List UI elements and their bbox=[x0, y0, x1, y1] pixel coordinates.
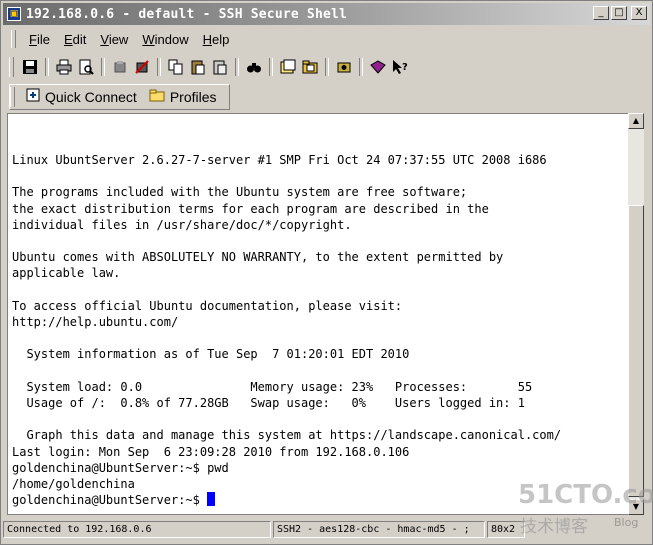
menu-help-mnemonic: H bbox=[202, 31, 212, 47]
new-terminal-icon[interactable] bbox=[278, 57, 298, 77]
terminal-line: Usage of /: 0.8% of 77.28GB Swap usage: … bbox=[12, 396, 525, 411]
window-controls: _ □ X bbox=[593, 6, 647, 20]
status-bar: Connected to 192.168.0.6 SSH2 - aes128-c… bbox=[3, 519, 650, 539]
reconnect-icon[interactable] bbox=[132, 57, 152, 77]
close-button[interactable]: X bbox=[631, 6, 647, 20]
file-transfer-icon[interactable] bbox=[300, 57, 320, 77]
scrollbar-thumb[interactable] bbox=[628, 205, 644, 497]
svg-text:?: ? bbox=[402, 62, 408, 73]
disconnect-icon[interactable] bbox=[110, 57, 130, 77]
terminal-line: System information as of Tue Sep 7 01:20… bbox=[12, 347, 410, 362]
toolbar-separator bbox=[45, 58, 49, 76]
toolbar: ? bbox=[9, 54, 646, 80]
toolbar-separator bbox=[359, 58, 363, 76]
toolbar-separator bbox=[269, 58, 273, 76]
scroll-up-arrow-icon[interactable]: ▲ bbox=[628, 113, 644, 129]
quick-connect-label: Quick Connect bbox=[45, 89, 137, 105]
toolbar-separator bbox=[325, 58, 329, 76]
menu-grip[interactable] bbox=[11, 30, 16, 48]
terminal-line: To access official Ubuntu documentation,… bbox=[12, 298, 403, 313]
paste-special-icon[interactable] bbox=[210, 57, 230, 77]
terminal-line: http://help.ubuntu.com/ bbox=[12, 315, 179, 330]
menu-file[interactable]: File bbox=[22, 32, 57, 47]
window-title: 192.168.0.6 - default - SSH Secure Shell bbox=[26, 6, 348, 22]
menu-edit-label: dit bbox=[72, 31, 87, 47]
quick-connect-button[interactable]: Quick Connect bbox=[20, 88, 143, 106]
terminal-screen[interactable]: Linux UbuntServer 2.6.27-7-server #1 SMP… bbox=[7, 113, 629, 515]
terminal-line: Ubuntu comes with ABSOLUTELY NO WARRANTY… bbox=[12, 250, 504, 265]
print-preview-icon[interactable] bbox=[76, 57, 96, 77]
terminal-line: Linux UbuntServer 2.6.27-7-server #1 SMP… bbox=[12, 153, 547, 167]
menu-window-mnemonic: W bbox=[142, 31, 155, 47]
menu-file-mnemonic: F bbox=[29, 31, 37, 47]
settings-icon[interactable] bbox=[334, 57, 354, 77]
toolbar-separator bbox=[101, 58, 105, 76]
help-topics-icon[interactable] bbox=[368, 57, 388, 77]
toolbar-grip[interactable] bbox=[9, 57, 14, 77]
terminal-line: Graph this data and manage this system a… bbox=[12, 428, 562, 443]
menu-view[interactable]: View bbox=[93, 32, 135, 47]
copy-icon[interactable] bbox=[166, 57, 186, 77]
menu-edit[interactable]: Edit bbox=[57, 32, 93, 47]
terminal-prompt: goldenchina@UbuntServer:~$ bbox=[12, 493, 208, 508]
menu-window[interactable]: Window bbox=[135, 32, 195, 47]
toolbar-separator bbox=[235, 58, 239, 76]
terminal-lines: Linux UbuntServer 2.6.27-7-server #1 SMP… bbox=[12, 153, 561, 491]
terminal-line: /home/goldenchina bbox=[12, 477, 135, 492]
menu-bar: File Edit View Window Help bbox=[11, 28, 236, 50]
print-icon[interactable] bbox=[54, 57, 74, 77]
terminal-output: Linux UbuntServer 2.6.27-7-server #1 SMP… bbox=[12, 152, 561, 508]
terminal-line: goldenchina@UbuntServer:~$ pwd bbox=[12, 460, 229, 475]
quick-connect-icon bbox=[26, 88, 40, 106]
terminal-line: applicable law. bbox=[12, 266, 121, 281]
save-icon[interactable] bbox=[20, 57, 40, 77]
terminal-line: System load: 0.0 Memory usage: 23% Proce… bbox=[12, 379, 533, 394]
context-help-icon[interactable]: ? bbox=[390, 57, 410, 77]
menu-file-label: ile bbox=[36, 31, 50, 47]
profiles-button[interactable]: Profiles bbox=[143, 89, 223, 106]
quick-connect-toolbar: Quick Connect Profiles bbox=[9, 84, 230, 110]
paste-icon[interactable] bbox=[188, 57, 208, 77]
menu-edit-mnemonic: E bbox=[63, 31, 73, 47]
menu-help[interactable]: Help bbox=[196, 32, 237, 47]
menu-help-label: elp bbox=[211, 31, 230, 47]
menu-view-mnemonic: V bbox=[100, 31, 109, 47]
title-bar[interactable]: ▣ 192.168.0.6 - default - SSH Secure She… bbox=[3, 3, 650, 25]
profiles-label: Profiles bbox=[169, 89, 217, 105]
folder-icon bbox=[149, 89, 165, 106]
terminal-line: Last login: Mon Sep 6 23:09:28 2010 from… bbox=[12, 444, 410, 459]
menu-view-label: iew bbox=[108, 31, 129, 47]
quickbar-grip[interactable] bbox=[10, 87, 15, 107]
menu-window-label: indow bbox=[154, 31, 189, 47]
terminal-cursor bbox=[207, 492, 216, 507]
terminal-line: the exact distribution terms for each pr… bbox=[12, 201, 489, 216]
ssh-app-icon: ▣ bbox=[7, 7, 21, 21]
toolbar-separator bbox=[157, 58, 161, 76]
maximize-button[interactable]: □ bbox=[611, 6, 627, 20]
ssh-window: ▣ 192.168.0.6 - default - SSH Secure She… bbox=[0, 0, 653, 545]
find-icon[interactable] bbox=[244, 57, 264, 77]
quick-connect-bar: Quick Connect Profiles bbox=[9, 84, 230, 110]
status-terminal-size: 80x2 bbox=[487, 520, 525, 538]
minimize-button[interactable]: _ bbox=[593, 6, 609, 20]
terminal-scrollbar[interactable]: ▲ ▼ bbox=[628, 113, 644, 515]
scroll-down-arrow-icon[interactable]: ▼ bbox=[628, 499, 644, 515]
terminal-line: The programs included with the Ubuntu sy… bbox=[12, 185, 468, 200]
terminal-line: individual files in /usr/share/doc/*/cop… bbox=[12, 217, 352, 232]
status-connection: Connected to 192.168.0.6 bbox=[3, 520, 271, 538]
status-cipher: SSH2 - aes128-cbc - hmac-md5 - ; bbox=[273, 520, 485, 538]
